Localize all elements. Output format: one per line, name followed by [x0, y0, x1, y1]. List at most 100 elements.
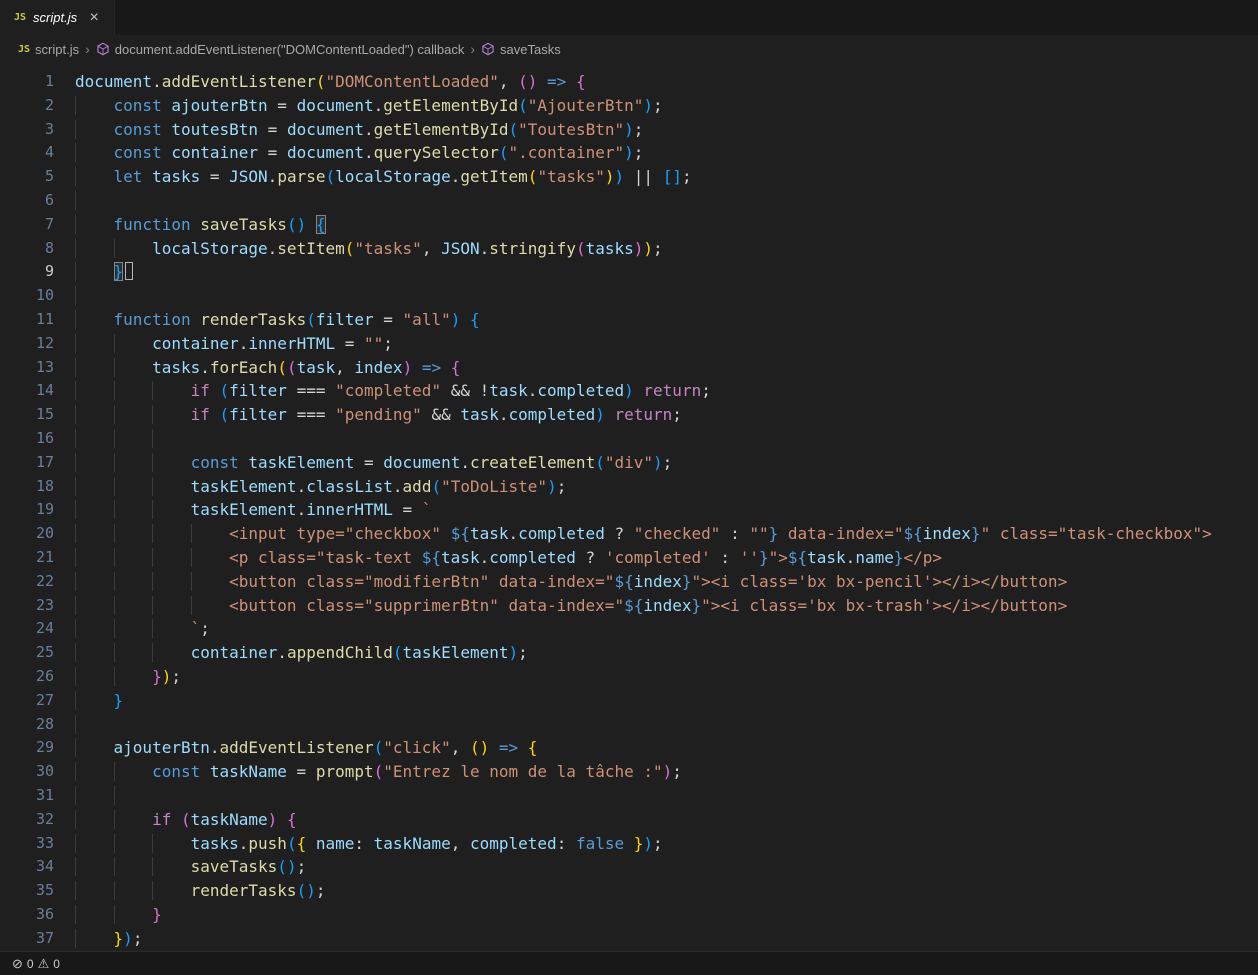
- indent-guide: [114, 477, 153, 496]
- code-token: }: [971, 524, 981, 543]
- code-token: :: [711, 548, 740, 567]
- code-token: =: [268, 96, 297, 115]
- code-line[interactable]: [75, 427, 1258, 451]
- code-line[interactable]: taskElement.innerHTML = `: [75, 498, 1258, 522]
- code-line[interactable]: let tasks = JSON.parse(localStorage.getI…: [75, 165, 1258, 189]
- code-line[interactable]: function renderTasks(filter = "all") {: [75, 308, 1258, 332]
- indent-guide: [152, 596, 191, 615]
- code-line[interactable]: }: [75, 260, 1258, 284]
- code-token: </p>: [903, 548, 942, 567]
- indent-guide: [75, 477, 114, 496]
- code-line[interactable]: const taskElement = document.createEleme…: [75, 451, 1258, 475]
- indent-guide: [75, 167, 114, 186]
- code-token: classList: [306, 477, 393, 496]
- code-token: .: [480, 548, 490, 567]
- code-token: innerHTML: [306, 500, 393, 519]
- close-icon[interactable]: ×: [84, 8, 104, 28]
- indent-guide: [114, 905, 153, 924]
- code-line[interactable]: <button class="modifierBtn" data-index="…: [75, 570, 1258, 594]
- code-line[interactable]: <p class="task-text ${task.completed ? '…: [75, 546, 1258, 570]
- code-token: [605, 405, 615, 424]
- breadcrumb: JS script.js › document.addEventListener…: [0, 35, 1258, 63]
- problems-status-item[interactable]: ⊘ 0 ⚠ 0: [8, 953, 64, 975]
- code-line[interactable]: document.addEventListener("DOMContentLoa…: [75, 70, 1258, 94]
- code-token: "AjouterBtn": [528, 96, 644, 115]
- code-token: {: [528, 738, 538, 757]
- indent-guide: [114, 643, 153, 662]
- line-number: 11: [0, 308, 54, 332]
- code-line[interactable]: taskElement.classList.add("ToDoListe");: [75, 475, 1258, 499]
- code-line[interactable]: }: [75, 689, 1258, 713]
- editor-gutter: 1234567891011121314151617181920212223242…: [0, 70, 54, 951]
- code-line[interactable]: ajouterBtn.addEventListener("click", () …: [75, 736, 1258, 760]
- code-line[interactable]: if (filter === "pending" && task.complet…: [75, 403, 1258, 427]
- indent-guide: [114, 453, 153, 472]
- code-token: .: [374, 96, 384, 115]
- code-line[interactable]: saveTasks();: [75, 855, 1258, 879]
- code-token: "><i class='bx bx-pencil'></i></button>: [692, 572, 1068, 591]
- code-token: :: [720, 524, 749, 543]
- breadcrumb-item-callback[interactable]: document.addEventListener("DOMContentLoa…: [96, 42, 465, 57]
- tab-script-js[interactable]: JS script.js ×: [0, 0, 115, 35]
- code-line[interactable]: function saveTasks() {: [75, 213, 1258, 237]
- code-token: =: [287, 762, 316, 781]
- code-line[interactable]: container.innerHTML = "";: [75, 332, 1258, 356]
- code-token: '': [740, 548, 759, 567]
- indent-guide: [75, 762, 114, 781]
- code-token: ): [162, 667, 172, 686]
- code-line[interactable]: if (filter === "completed" && !task.comp…: [75, 379, 1258, 403]
- code-line[interactable]: });: [75, 665, 1258, 689]
- line-number: 32: [0, 808, 54, 832]
- indent-guide: [152, 643, 191, 662]
- code-line[interactable]: });: [75, 927, 1258, 951]
- indent-guide: [75, 334, 114, 353]
- code-token: (: [509, 120, 519, 139]
- error-icon: ⊘: [12, 957, 23, 970]
- code-token: [441, 358, 451, 377]
- code-token: ||: [624, 167, 663, 186]
- code-line[interactable]: <input type="checkbox" ${task.completed …: [75, 522, 1258, 546]
- code-token: data-index=": [778, 524, 903, 543]
- code-token: <input type="checkbox": [229, 524, 451, 543]
- code-token: ===: [287, 381, 335, 400]
- code-line[interactable]: localStorage.setItem("tasks", JSON.strin…: [75, 237, 1258, 261]
- code-line[interactable]: }: [75, 903, 1258, 927]
- line-number: 36: [0, 903, 54, 927]
- code-token: =: [393, 500, 422, 519]
- code-token: .: [268, 239, 278, 258]
- code-token: 'completed': [605, 548, 711, 567]
- breadcrumb-item-file[interactable]: JS script.js: [18, 42, 79, 57]
- line-number: 21: [0, 546, 54, 570]
- code-line[interactable]: const ajouterBtn = document.getElementBy…: [75, 94, 1258, 118]
- code-line[interactable]: if (taskName) {: [75, 808, 1258, 832]
- code-token: ): [624, 143, 634, 162]
- code-line[interactable]: [75, 713, 1258, 737]
- code-token: task: [470, 524, 509, 543]
- symbol-method-icon: [481, 42, 495, 56]
- code-line[interactable]: const toutesBtn = document.getElementByI…: [75, 118, 1258, 142]
- code-token: filter: [316, 310, 374, 329]
- code-token: if: [152, 810, 171, 829]
- code-line[interactable]: container.appendChild(taskElement);: [75, 641, 1258, 665]
- breadcrumb-item-symbol[interactable]: saveTasks: [481, 42, 561, 57]
- code-line[interactable]: const container = document.querySelector…: [75, 141, 1258, 165]
- code-line[interactable]: [75, 189, 1258, 213]
- code-line[interactable]: tasks.push({ name: taskName, completed: …: [75, 832, 1258, 856]
- code-line[interactable]: [75, 784, 1258, 808]
- code-line[interactable]: <button class="supprimerBtn" data-index=…: [75, 594, 1258, 618]
- code-token: function: [114, 215, 201, 234]
- code-token: .: [846, 548, 856, 567]
- code-token: [210, 381, 220, 400]
- code-token: (: [595, 453, 605, 472]
- indent-guide: [152, 834, 191, 853]
- code-line[interactable]: renderTasks();: [75, 879, 1258, 903]
- indent-guide: [75, 715, 114, 734]
- code-editor[interactable]: 1234567891011121314151617181920212223242…: [0, 63, 1258, 951]
- code-line[interactable]: tasks.forEach((task, index) => {: [75, 356, 1258, 380]
- code-token: tasks: [191, 834, 239, 853]
- code-line[interactable]: [75, 284, 1258, 308]
- code-line[interactable]: `;: [75, 617, 1258, 641]
- warning-count: 0: [53, 957, 60, 971]
- code-line[interactable]: const taskName = prompt("Entrez le nom d…: [75, 760, 1258, 784]
- code-token: .: [364, 143, 374, 162]
